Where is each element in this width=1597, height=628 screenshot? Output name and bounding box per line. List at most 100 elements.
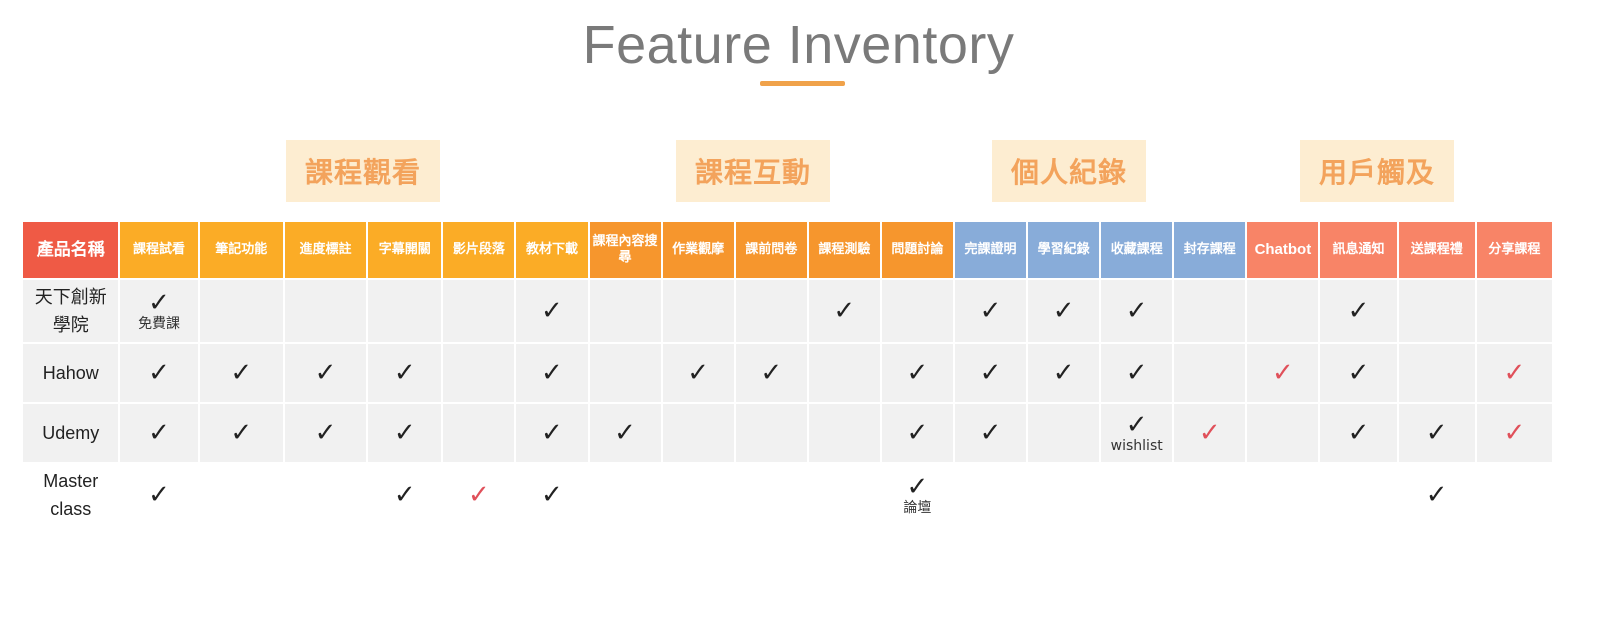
column-header: 學習紀錄	[1028, 222, 1100, 278]
feature-cell: ✓	[1398, 404, 1475, 462]
feature-cell	[808, 344, 880, 402]
feature-cell: ✓	[443, 464, 514, 526]
feature-cell	[662, 404, 734, 462]
feature-cell	[809, 464, 880, 526]
feature-cell	[443, 280, 515, 342]
cell-note: wishlist	[1110, 438, 1163, 454]
feature-cell: ✓	[368, 464, 441, 526]
check-icon: ✓	[1052, 358, 1075, 388]
feature-cell: ✓	[662, 344, 734, 402]
group-label-reach: 用戶觸及	[1300, 140, 1454, 202]
feature-cell: ✓	[516, 280, 588, 342]
feature-cell	[1028, 404, 1100, 462]
feature-cell: ✓	[1028, 344, 1100, 402]
check-icon: ✓	[393, 480, 416, 510]
feature-cell	[199, 280, 283, 342]
feature-cell: ✓ 論壇	[882, 464, 953, 526]
feature-cell	[955, 464, 1026, 526]
table-row: Master class ✓ ✓ ✓ ✓ ✓ 論壇 ✓	[23, 464, 1552, 526]
feature-cell	[1477, 464, 1552, 526]
feature-cell	[1174, 280, 1246, 342]
check-icon: ✓	[687, 358, 710, 388]
feature-cell	[589, 280, 661, 342]
feature-cell	[589, 344, 661, 402]
check-icon: ✓	[230, 358, 253, 388]
feature-cell: ✓	[284, 404, 367, 462]
feature-cell: ✓	[881, 404, 953, 462]
feature-cell	[736, 464, 807, 526]
feature-cell	[590, 464, 661, 526]
group-label-interact: 課程互動	[676, 140, 830, 202]
column-header: 課前問卷	[735, 222, 807, 278]
feature-cell: ✓	[954, 344, 1027, 402]
feature-cell: ✓	[881, 344, 953, 402]
feature-cell	[368, 280, 442, 342]
column-header: Chatbot	[1247, 222, 1319, 278]
check-icon: ✓	[906, 418, 929, 448]
feature-cell: ✓	[1476, 404, 1552, 462]
feature-cell	[662, 280, 734, 342]
feature-cell	[1320, 464, 1396, 526]
cell-note: 論壇	[903, 500, 932, 516]
feature-cell	[443, 344, 515, 402]
column-header: 課程測驗	[808, 222, 880, 278]
check-icon: ✓	[230, 418, 253, 448]
check-icon: ✓	[393, 418, 416, 448]
feature-cell: ✓	[199, 404, 283, 462]
group-label-watch: 課程觀看	[286, 140, 440, 202]
feature-cell: ✓	[735, 344, 807, 402]
check-icon: ✓	[1347, 418, 1370, 448]
check-icon: ✓	[148, 418, 170, 448]
feature-cell	[1398, 280, 1475, 342]
check-icon: ✓	[906, 472, 929, 502]
check-icon: ✓	[1347, 358, 1370, 388]
feature-cell	[1174, 344, 1246, 402]
title-underline	[760, 81, 845, 86]
column-header: 課程內容搜尋	[589, 222, 661, 278]
feature-cell: ✓	[1320, 344, 1397, 402]
check-icon: ✓	[1347, 296, 1370, 326]
column-header: 教材下載	[516, 222, 588, 278]
column-header: 問題討論	[881, 222, 953, 278]
feature-cell: ✓	[1320, 404, 1397, 462]
column-header: 筆記功能	[199, 222, 283, 278]
check-icon: ✓	[1052, 296, 1075, 326]
product-name: Master class	[43, 471, 99, 519]
feature-cell: ✓	[1028, 280, 1100, 342]
feature-cell: ✓	[199, 344, 283, 402]
column-header: 進度標註	[284, 222, 367, 278]
feature-cell	[808, 404, 880, 462]
check-icon: ✓	[906, 358, 929, 388]
feature-cell: ✓	[1320, 280, 1397, 342]
feature-cell: ✓ 免費課	[120, 280, 198, 342]
check-icon: ✓	[541, 480, 563, 510]
check-icon: ✓	[148, 358, 170, 388]
table-row: Udemy ✓ ✓ ✓ ✓ ✓ ✓ ✓ ✓ ✓ wishlist ✓ ✓ ✓ ✓	[23, 404, 1552, 462]
check-icon: ✓	[393, 358, 416, 388]
cell-note: 免費課	[138, 316, 181, 332]
check-icon: ✓	[148, 288, 170, 318]
red-check-icon: ✓	[1503, 418, 1526, 448]
feature-cell	[1028, 464, 1099, 526]
table-body: 天下創新學院 ✓ 免費課 ✓ ✓ ✓ ✓ ✓ ✓ Hahow ✓ ✓ ✓ ✓ ✓ ✓ ✓ ✓ ✓ ✓ ✓ ✓ ✓ ✓ Udemy…	[23, 280, 1552, 526]
feature-cell	[1174, 464, 1245, 526]
check-icon: ✓	[979, 296, 1002, 326]
feature-cell	[1101, 464, 1172, 526]
red-check-icon: ✓	[1271, 358, 1294, 388]
column-header: 字幕開關	[368, 222, 442, 278]
feature-cell: ✓	[1174, 404, 1246, 462]
feature-cell: ✓	[589, 404, 661, 462]
check-icon: ✓	[1425, 480, 1448, 510]
feature-cell	[735, 404, 807, 462]
column-header: 收藏課程	[1101, 222, 1173, 278]
product-name: Udemy	[23, 404, 119, 462]
column-header: 分享課程	[1476, 222, 1552, 278]
feature-cell: ✓	[1476, 344, 1552, 402]
group-label-record: 個人紀錄	[992, 140, 1146, 202]
feature-cell: ✓ wishlist	[1101, 404, 1173, 462]
feature-table: 產品名稱 課程試看 筆記功能 進度標註 字幕開關 影片段落 教材下載 課程內容搜…	[21, 220, 1554, 528]
check-icon: ✓	[148, 480, 170, 510]
feature-cell	[285, 464, 366, 526]
check-icon: ✓	[541, 296, 563, 326]
column-header: 訊息通知	[1320, 222, 1397, 278]
